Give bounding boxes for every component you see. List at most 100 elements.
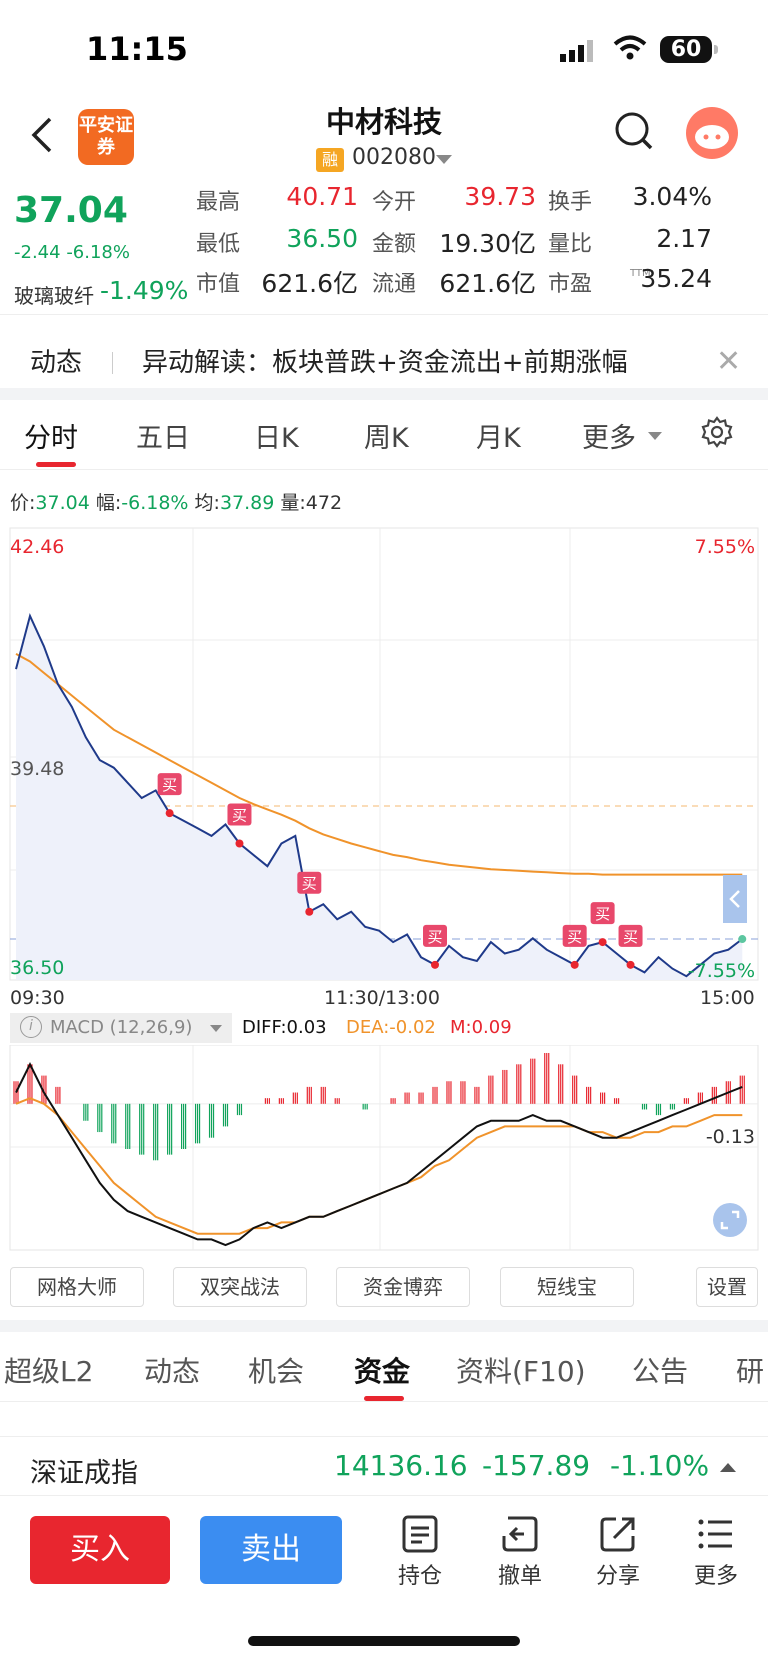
- stat-value: 19.30亿: [439, 229, 536, 258]
- vol-label: 量:: [280, 492, 306, 514]
- cancel-order-button[interactable]: 撤单: [480, 1514, 560, 1590]
- range-value: -6.18%: [121, 492, 189, 514]
- index-value: 14136.16: [334, 1449, 468, 1482]
- stat-value: 35.24: [640, 264, 712, 293]
- last-price: 37.04: [14, 190, 128, 231]
- pct-high-label: 7.55%: [695, 536, 755, 558]
- status-bar: 11:15 60: [0, 0, 768, 95]
- stock-header: 平安证券 中材科技 融 002080: [0, 95, 768, 179]
- share-button[interactable]: 分享: [578, 1514, 658, 1590]
- capital-game-button[interactable]: 资金博弈: [336, 1267, 470, 1307]
- double-breakout-button[interactable]: 双突战法: [173, 1267, 307, 1307]
- change-percent: -6.18%: [66, 242, 130, 263]
- more-label: 更多: [693, 1564, 738, 1589]
- index-name: 深证成指: [30, 1458, 138, 1489]
- share-label: 分享: [595, 1564, 640, 1589]
- chevron-down-icon[interactable]: [210, 1025, 222, 1032]
- buy-mark-dot: [235, 839, 244, 848]
- undo-icon: [502, 1516, 538, 1552]
- macd-chart[interactable]: -0.13: [0, 1045, 768, 1255]
- tab-news[interactable]: 动态: [144, 1350, 200, 1390]
- stock-code[interactable]: 002080: [352, 145, 436, 170]
- stat-label: 市盈: [548, 272, 593, 297]
- news-text[interactable]: 异动解读：板块普跌+资金流出+前期涨幅: [142, 342, 628, 379]
- macd-axis-label: -0.13: [706, 1126, 755, 1148]
- stat-label: 今开: [372, 190, 417, 215]
- grid-master-button[interactable]: 网格大师: [10, 1267, 144, 1307]
- chevron-up-icon[interactable]: [720, 1463, 736, 1472]
- close-icon[interactable]: ✕: [716, 344, 741, 379]
- status-time: 11:15: [86, 30, 188, 68]
- x-tick-label: 15:00: [700, 987, 755, 1009]
- stat-label: 量比: [548, 232, 593, 257]
- battery-icon: 60: [660, 36, 718, 63]
- search-icon[interactable]: [614, 111, 654, 155]
- sector-name[interactable]: 玻璃玻纤: [14, 280, 94, 309]
- macd-header: i MACD (12,26,9) DIFF:0.03 DEA:-0.02 M:0…: [10, 1013, 758, 1045]
- news-strip[interactable]: 动态 异动解读：板块普跌+资金流出+前期涨幅 ✕: [0, 330, 768, 390]
- news-tag[interactable]: 动态: [30, 342, 82, 379]
- tab-daily-k[interactable]: 日K: [254, 416, 299, 455]
- margin-badge: 融: [316, 148, 344, 172]
- section-divider: [0, 1320, 768, 1332]
- short-term-button[interactable]: 短线宝: [500, 1267, 634, 1307]
- settings-button[interactable]: 设置: [696, 1267, 758, 1307]
- stat-label: 金额: [372, 232, 417, 257]
- holdings-icon: [402, 1515, 438, 1553]
- dea-line: [15, 1097, 743, 1235]
- more-button[interactable]: 更多: [676, 1514, 756, 1590]
- tab-intraday[interactable]: 分时: [24, 416, 78, 455]
- tab-capital[interactable]: 资金: [354, 1350, 410, 1390]
- tab-f10[interactable]: 资料(F10): [456, 1350, 586, 1390]
- buy-button[interactable]: 买入: [30, 1516, 170, 1584]
- buy-mark-dot: [626, 960, 635, 969]
- holdings-label: 持仓: [397, 1564, 442, 1589]
- assistant-avatar-icon[interactable]: [686, 107, 738, 159]
- stat-label: 市值: [196, 272, 241, 297]
- gear-icon[interactable]: [700, 416, 734, 450]
- stat-value: 621.6亿: [439, 269, 536, 298]
- tab-super-l2[interactable]: 超级L2: [4, 1350, 93, 1390]
- y-high-label: 42.46: [10, 536, 64, 558]
- tab-more[interactable]: 更多: [582, 416, 636, 455]
- info-icon[interactable]: i: [20, 1016, 42, 1038]
- active-tab-indicator: [36, 462, 76, 467]
- macd-histogram: [13, 1053, 745, 1161]
- tab-five-day[interactable]: 五日: [136, 416, 190, 455]
- divider: [112, 352, 113, 374]
- stat-value: 621.6亿: [261, 269, 358, 298]
- stat-label: 最低: [196, 232, 241, 257]
- macd-selector[interactable]: i MACD (12,26,9): [10, 1013, 232, 1043]
- holdings-button[interactable]: 持仓: [380, 1514, 460, 1590]
- chevron-down-icon[interactable]: [648, 432, 662, 440]
- stat-value: 40.71: [286, 182, 358, 211]
- macd-title: MACD (12,26,9): [50, 1017, 193, 1038]
- index-change: -157.89: [482, 1449, 591, 1482]
- tab-opportunity[interactable]: 机会: [248, 1350, 304, 1390]
- sell-button[interactable]: 卖出: [200, 1516, 342, 1584]
- index-ticker[interactable]: 深证成指 14136.16 -157.89 -1.10%: [0, 1436, 768, 1496]
- buy-mark-label: 买: [302, 875, 317, 893]
- avg-label: 均:: [194, 492, 220, 514]
- signal-icon: [560, 40, 593, 62]
- share-icon: [600, 1517, 635, 1552]
- buy-mark-label: 买: [162, 776, 177, 794]
- stat-value: 39.73: [464, 182, 536, 211]
- sector-change: -1.49%: [100, 276, 189, 305]
- avg-value: 37.89: [219, 492, 275, 514]
- price-value: 37.04: [35, 492, 90, 514]
- tab-research[interactable]: 研: [736, 1350, 764, 1390]
- tab-monthly-k[interactable]: 月K: [476, 416, 521, 455]
- intraday-chart[interactable]: 买买买买 买买买 42.46 39.48 36.50 7.55% -7.55%: [0, 525, 768, 985]
- range-label: 幅:: [95, 492, 122, 514]
- tab-weekly-k[interactable]: 周K: [364, 416, 409, 455]
- macd-dea: DEA:-0.02: [346, 1017, 436, 1038]
- y-mid-label: 39.48: [10, 758, 64, 780]
- section-divider: [0, 388, 768, 400]
- chevron-down-icon[interactable]: [436, 155, 452, 164]
- price-label: 价:: [10, 492, 36, 514]
- quote-panel: 37.04 -2.44 -6.18% 玻璃玻纤 -1.49% 最高 40.71 …: [0, 180, 768, 315]
- info-tabs: 超级L2 动态 机会 资金 资料(F10) 公告 研: [0, 1332, 768, 1402]
- tab-announcement[interactable]: 公告: [632, 1350, 688, 1390]
- buy-mark-label: 买: [595, 905, 610, 923]
